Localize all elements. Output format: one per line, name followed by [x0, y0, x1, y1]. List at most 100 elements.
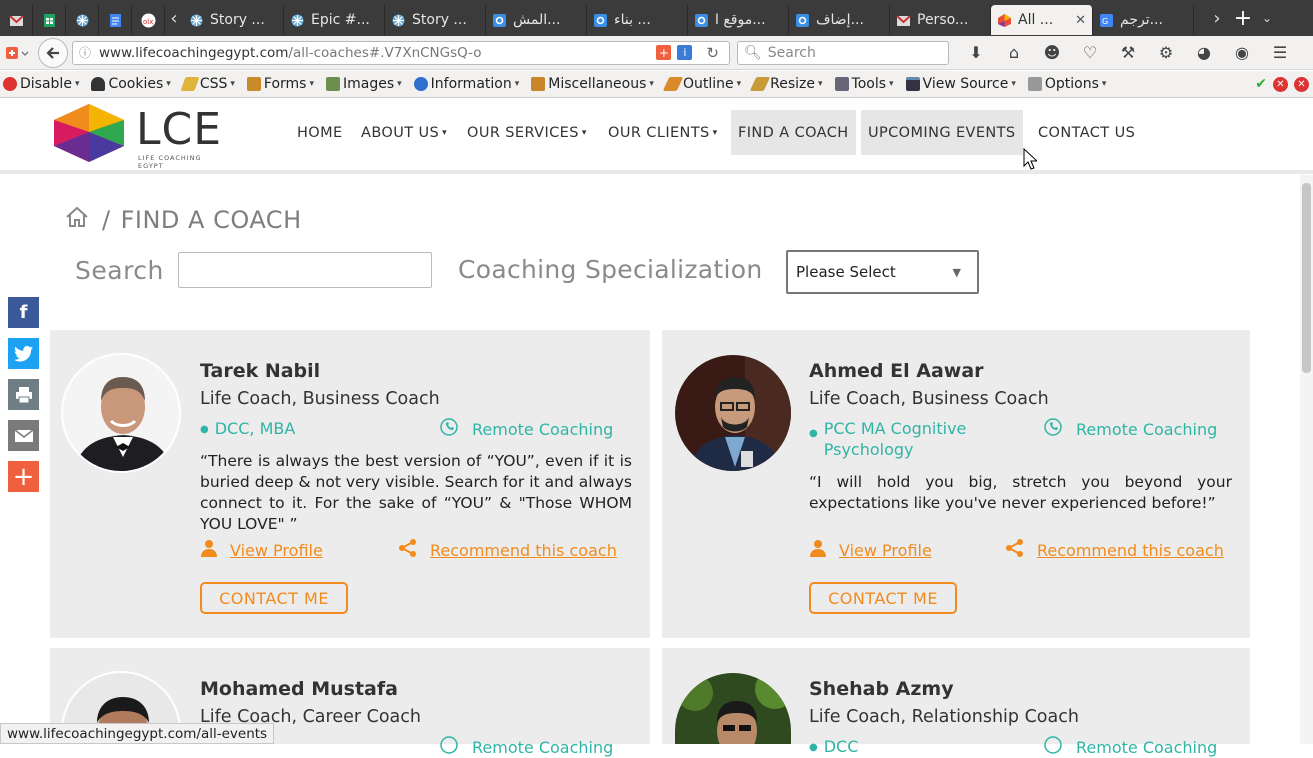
home-icon[interactable] [64, 205, 90, 235]
chevron-down-icon: ▾ [581, 127, 587, 138]
tab-wix-3[interactable]: موقع ا... [688, 5, 789, 35]
menu-upcoming-events[interactable]: UPCOMING EVENTS [861, 110, 1023, 155]
coach-photo[interactable] [673, 671, 793, 744]
tab-story-2[interactable]: Story ... [385, 5, 486, 35]
recommend-coach-link[interactable]: Recommend this coach [398, 538, 617, 562]
extension-icon[interactable]: ⚙ [1147, 43, 1185, 62]
info-icon[interactable]: ⓘ [79, 44, 91, 61]
devbar-images[interactable]: Images ▾ [323, 76, 402, 92]
coach-name[interactable]: Tarek Nabil [200, 360, 320, 382]
coach-name[interactable]: Mohamed Mustafa [200, 678, 398, 700]
twitter-share-icon[interactable] [8, 338, 39, 369]
back-button[interactable] [38, 37, 68, 68]
devbar-miscellaneous[interactable]: Miscellaneous ▾ [528, 76, 654, 92]
tab-wix-2[interactable]: بناء ... [587, 5, 688, 35]
css-valid-icon[interactable]: ✔ [1255, 76, 1267, 92]
contact-me-button[interactable]: CONTACT ME [200, 582, 348, 614]
tab-personal[interactable]: Perso... [890, 5, 991, 35]
scrollbar-thumb[interactable] [1302, 183, 1311, 373]
menu-about-us[interactable]: ABOUT US ▾ [354, 110, 454, 155]
page-scrollbar[interactable] [1300, 175, 1313, 744]
images-icon [326, 77, 340, 91]
docs-icon [108, 13, 123, 28]
tab-gmail[interactable] [0, 5, 33, 35]
more-share-icon[interactable]: + [8, 461, 39, 492]
wix-icon [492, 13, 507, 28]
tab-list-icon[interactable]: ⌄ [1258, 3, 1276, 33]
tab-olx[interactable]: olx [132, 5, 165, 35]
devbar-options[interactable]: Options ▾ [1025, 76, 1106, 92]
menu-home[interactable]: HOME [290, 110, 350, 155]
coach-photo[interactable] [673, 353, 793, 473]
user-icon [200, 539, 218, 561]
specialization-select[interactable]: Please Select ▼ [786, 250, 979, 294]
tabs-scroll-right[interactable]: › [1208, 3, 1226, 33]
devbar-css[interactable]: CSS ▾ [180, 76, 235, 92]
phone-icon [1044, 736, 1062, 758]
browser-search-input[interactable]: 🔍︎ Search [737, 40, 949, 65]
color-picker-icon[interactable]: ◉ [1223, 43, 1261, 62]
jira-icon [290, 13, 305, 28]
recommend-coach-link[interactable]: Recommend this coach [1005, 538, 1224, 562]
coach-name[interactable]: Ahmed El Aawar [809, 360, 984, 382]
url-bar[interactable]: ⓘ www.lifecoachingegypt.com/all-coaches#… [72, 40, 730, 65]
coach-name[interactable]: Shehab Azmy [809, 678, 954, 700]
view-profile-link[interactable]: View Profile [809, 539, 932, 561]
js-error-icon[interactable]: ✕ [1294, 76, 1309, 92]
tab-wix-1[interactable]: المش... [486, 5, 587, 35]
print-share-icon[interactable] [8, 379, 39, 410]
tab-all-coaches[interactable]: All ... ✕ [991, 5, 1093, 35]
devbar-resize[interactable]: Resize ▾ [749, 76, 823, 92]
tab-docs[interactable] [99, 5, 132, 35]
email-share-icon[interactable] [8, 420, 39, 451]
menu-contact-us[interactable]: CONTACT US [1031, 110, 1142, 155]
view-profile-link[interactable]: View Profile [200, 539, 323, 561]
jira-icon [391, 13, 406, 28]
addon-info-icon[interactable]: i [677, 45, 693, 60]
menu-our-services[interactable]: OUR SERVICES ▾ [460, 110, 594, 155]
close-tab-icon[interactable]: ✕ [1075, 13, 1086, 28]
remote-coaching: Remote Coaching [440, 736, 613, 758]
tools-icon [834, 77, 849, 91]
coach-search-input[interactable] [178, 252, 432, 288]
addon-plus-icon[interactable]: + [656, 45, 672, 60]
browser-nav-bar: ⓘ www.lifecoachingegypt.com/all-coaches#… [0, 36, 1313, 70]
emoji-addon-icon[interactable]: ☻ [1033, 43, 1071, 62]
tab-sheets[interactable] [33, 5, 66, 35]
tab-wix-4[interactable]: إضاف... [789, 5, 890, 35]
download-icon[interactable]: ⬇ [957, 43, 995, 62]
tab-epic[interactable]: Epic #... [284, 5, 385, 35]
menu-find-a-coach[interactable]: FIND A COACH [731, 110, 856, 155]
menu-our-clients[interactable]: OUR CLIENTS ▾ [601, 110, 725, 155]
breadcrumb: / FIND A COACH [64, 205, 302, 235]
wix-icon [795, 13, 810, 28]
tabs-scroll-left[interactable]: ‹ [165, 3, 183, 33]
tab-story-1[interactable]: Story ... [183, 5, 284, 35]
html-error-icon[interactable]: ✕ [1273, 76, 1288, 92]
devbar-forms[interactable]: Forms ▾ [244, 76, 314, 92]
pocket-icon[interactable]: ♡ [1071, 43, 1109, 62]
addon-menu-icon[interactable] [0, 40, 34, 66]
site-logo[interactable]: LCE LIFE COACHING EGYPT [50, 102, 230, 170]
pick-icon[interactable]: ⚒ [1109, 43, 1147, 62]
page-title: FIND A COACH [120, 206, 302, 234]
devbar-cookies[interactable]: Cookies ▾ [88, 76, 171, 92]
devbar-outline[interactable]: Outline ▾ [662, 76, 741, 92]
tab-translate[interactable]: G ترجم... [1093, 5, 1194, 35]
devbar-disable[interactable]: Disable ▾ [0, 76, 79, 92]
devbar-view-source[interactable]: View Source ▾ [903, 76, 1016, 92]
contact-me-button[interactable]: CONTACT ME [809, 582, 957, 614]
coach-photo[interactable] [61, 353, 181, 473]
home-icon[interactable]: ⌂ [995, 43, 1033, 62]
outline-icon [662, 77, 684, 91]
devbar-tools[interactable]: Tools ▾ [832, 76, 894, 92]
globe-icon[interactable]: ◕ [1185, 43, 1223, 62]
reload-icon[interactable]: ↻ [706, 44, 719, 62]
tab-jira[interactable] [66, 5, 99, 35]
search-icon: 🔍︎ [744, 44, 762, 61]
miscellaneous-icon [531, 77, 546, 91]
hamburger-menu-icon[interactable]: ☰ [1261, 43, 1299, 62]
facebook-share-icon[interactable]: f [8, 297, 39, 328]
devbar-information[interactable]: Information ▾ [411, 76, 519, 92]
new-tab-icon[interactable]: + [1234, 3, 1252, 33]
